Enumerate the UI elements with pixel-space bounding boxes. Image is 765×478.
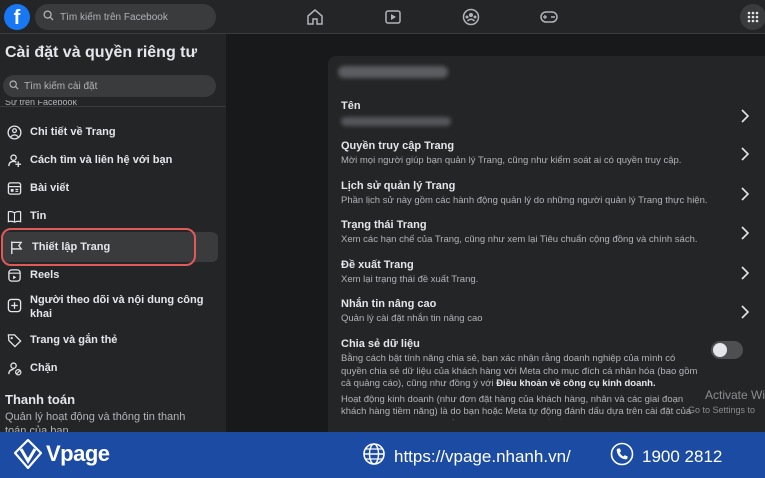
sidebar-item-page-details[interactable]: Chi tiết về Trang [0,122,226,142]
home-icon[interactable] [304,6,326,28]
block-icon [6,360,22,376]
setting-row-desc: Mời mọi người giúp bạn quản lý Trang, cũ… [341,155,682,166]
groups-icon[interactable] [460,6,482,28]
setting-row-title: Tên [341,100,361,112]
vpage-website[interactable]: https://vpage.nhanh.vn/ [362,442,571,471]
sidebar-item-label: Reels [30,269,60,281]
setting-row-name[interactable]: Tên [341,100,751,126]
grid-menu-icon[interactable] [740,4,765,30]
find-person-icon [6,152,22,168]
vpage-brand-name: Vpage [46,441,110,466]
setting-row-page-access[interactable]: Quyền truy cập Trang Mời mọi người giúp … [341,140,751,168]
windows-activation-subtext: Go to Settings to [688,405,756,415]
sidebar-item-posts[interactable]: Bài viết [0,178,226,198]
setting-row-desc: Xem lại trạng thái đề xuất Trang. [341,274,479,285]
followers-icon [6,297,22,313]
vpage-banner: Vpage https://vpage.nhanh.vn/ 1900 2812 [0,432,765,478]
video-icon[interactable] [382,6,404,28]
sidebar-item-reels[interactable]: Reels [0,265,226,285]
business-tools-terms-link[interactable]: Điều khoản về công cụ kinh doanh. [496,378,655,389]
setting-row-title: Đề xuất Trang [341,259,414,271]
facebook-search-placeholder: Tìm kiếm trên Facebook [60,11,168,23]
vpage-hotline[interactable]: 1900 2812 [610,442,722,471]
tag-icon [6,332,22,348]
chevron-right-icon [741,109,750,123]
setting-row-title: Trạng thái Trang [341,219,427,231]
sidebar-item-tagging[interactable]: Trang và gắn thẻ [0,330,226,350]
chevron-right-icon [741,266,750,280]
chevron-right-icon [741,226,750,240]
setting-row-title: Quyền truy cập Trang [341,140,455,152]
blurred-page-name [338,66,448,78]
setting-row-management-history[interactable]: Lịch sử quản lý Trang Phần lịch sử này g… [341,180,751,208]
sidebar-item-label: Chi tiết về Trang [30,126,116,138]
info-person-icon [6,124,22,140]
sidebar-item-find-contact[interactable]: Cách tìm và liên hệ với bạn [0,150,226,170]
settings-search-placeholder: Tìm kiếm cài đặt [24,80,98,92]
highlight-annotation [1,228,196,266]
sidebar-item-blocking[interactable]: Chặn [0,358,226,378]
posts-icon [6,180,22,196]
settings-search-input[interactable]: Tìm kiếm cài đặt [3,75,216,97]
setting-row-title: Nhắn tin nâng cao [341,298,437,310]
facebook-logo[interactable]: f [4,4,30,30]
setting-row-title: Chia sẻ dữ liệu [341,338,420,350]
search-icon [43,10,54,24]
setting-row-advanced-messaging[interactable]: Nhắn tin nâng cao Quản lý cài đặt nhắn t… [341,298,751,326]
stories-icon [6,208,22,224]
setting-row-desc: Quản lý cài đặt nhắn tin nâng cao [341,313,483,324]
chevron-right-icon [741,305,750,319]
vpage-logo: Vpage [14,439,110,469]
setting-row-page-recommendation[interactable]: Đề xuất Trang Xem lại trạng thái đề xuất… [341,259,751,287]
setting-row-desc: Bằng cách bật tính năng chia sẻ, bạn xác… [341,353,703,391]
facebook-search-input[interactable]: Tìm kiếm trên Facebook [35,4,216,30]
vpage-logo-icon [14,439,42,469]
payment-section-title: Thanh toán [5,392,76,407]
sidebar-item-followers[interactable]: Người theo dõi và nội dung công khai [0,293,226,323]
reels-icon [6,267,22,283]
windows-activation-watermark: Activate Wind [705,388,765,402]
setting-row-page-status[interactable]: Trạng thái Trang Xem các hạn chế của Tra… [341,219,751,247]
sidebar-item-stories[interactable]: Tin [0,206,226,226]
chevron-right-icon [741,187,750,201]
sidebar-item-label: Trang và gắn thẻ [30,334,118,346]
setting-row-desc: Xem các hạn chế của Trang, cũng như xem … [341,234,698,245]
blurred-name-value [341,117,451,126]
page-setup-panel: Tên Quyền truy cập Trang Mời mọi người g… [328,56,765,432]
setting-row-title: Lịch sử quản lý Trang [341,180,456,192]
sidebar-item-label: Cách tìm và liên hệ với bạn [30,154,173,166]
globe-icon [362,442,386,471]
top-navigation-bar: f Tìm kiếm trên Facebook [0,0,765,34]
payment-section-desc: Quản lý hoạt động và thông tin thanh toá… [5,411,186,432]
sidebar-item-label: Người theo dõi và nội dung công khai [30,294,204,320]
search-icon [9,79,19,93]
data-sharing-toggle[interactable] [711,341,743,359]
settings-sidebar: Cài đặt và quyền riêng tư Tìm kiếm cài đ… [0,34,226,432]
vpage-website-text: https://vpage.nhanh.vn/ [394,446,571,466]
sidebar-item-label: Bài viết [30,182,70,194]
sidebar-divider [0,106,226,107]
sidebar-item-label: Tin [30,210,47,222]
gaming-icon[interactable] [538,6,560,28]
toggle-knob [713,343,727,357]
vpage-hotline-text: 1900 2812 [642,446,723,466]
phone-icon [610,442,634,471]
data-sharing-desc-2: Hoạt động kinh doanh (như đơn đặt hàng c… [341,393,692,420]
sidebar-title: Cài đặt và quyền riêng tư [5,44,198,61]
sidebar-item-label: Chặn [30,362,58,374]
setting-row-desc: Phần lịch sử này gồm các hành động quản … [341,195,708,206]
chevron-right-icon [741,147,750,161]
